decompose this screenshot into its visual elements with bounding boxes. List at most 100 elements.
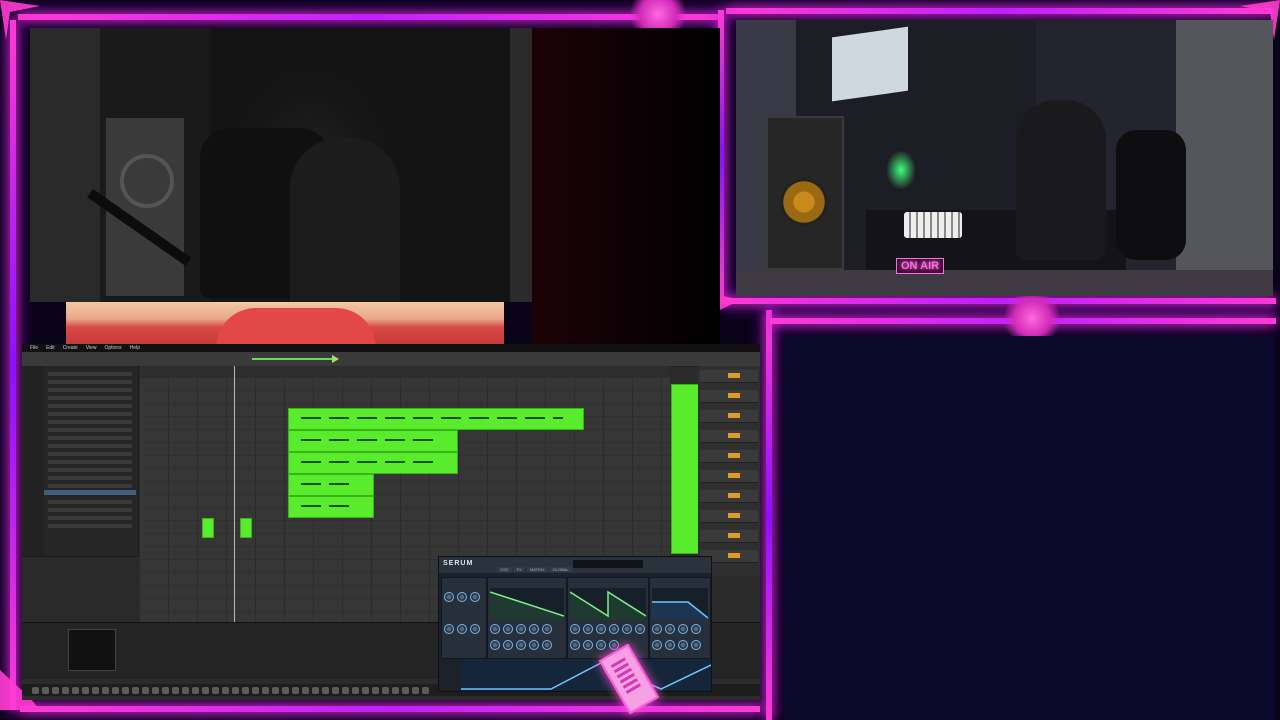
serum-tab-matrix[interactable]: MATRIX xyxy=(526,567,548,572)
midi-clip[interactable] xyxy=(288,430,458,452)
dock-app-icon[interactable] xyxy=(182,686,189,694)
browser-row[interactable] xyxy=(48,452,132,456)
knob[interactable] xyxy=(444,592,454,602)
browser-row[interactable] xyxy=(48,444,132,448)
dock-app-icon[interactable] xyxy=(262,686,269,694)
play-icon[interactable] xyxy=(332,355,339,363)
menu-help[interactable]: Help xyxy=(130,345,140,351)
dock-app-icon[interactable] xyxy=(342,686,349,694)
browser-row[interactable] xyxy=(48,388,132,392)
menu-view[interactable]: View xyxy=(86,345,97,351)
dock-app-icon[interactable] xyxy=(162,686,169,694)
knob[interactable] xyxy=(570,639,580,650)
dock-app-icon[interactable] xyxy=(72,686,79,694)
filter-curve[interactable] xyxy=(652,588,708,620)
dock-app-icon[interactable] xyxy=(232,686,239,694)
dock-app-icon[interactable] xyxy=(412,686,419,694)
dock-app-icon[interactable] xyxy=(362,686,369,694)
browser-row[interactable] xyxy=(48,436,132,440)
dock-app-icon[interactable] xyxy=(292,686,299,694)
dock-app-icon[interactable] xyxy=(312,686,319,694)
mixer-strip[interactable] xyxy=(700,470,758,483)
browser-row[interactable] xyxy=(48,476,132,480)
knob[interactable] xyxy=(691,639,701,650)
browser-row[interactable] xyxy=(48,516,132,520)
dock-app-icon[interactable] xyxy=(132,686,139,694)
dock-app-icon[interactable] xyxy=(272,686,279,694)
browser-selected-row[interactable] xyxy=(44,490,136,495)
mixer-strip[interactable] xyxy=(700,430,758,443)
browser-row[interactable] xyxy=(48,524,132,528)
knob[interactable] xyxy=(516,624,526,634)
serum-tab-fx[interactable]: FX xyxy=(513,567,525,572)
browser-row[interactable] xyxy=(48,460,132,464)
midi-clip-small[interactable] xyxy=(240,518,252,538)
dock-app-icon[interactable] xyxy=(62,686,69,694)
serum-tab-osc[interactable]: OSC xyxy=(497,567,512,572)
knob[interactable] xyxy=(470,623,480,634)
knob[interactable] xyxy=(691,624,701,634)
knob[interactable] xyxy=(542,624,552,634)
menu-edit[interactable]: Edit xyxy=(46,345,55,351)
dock-app-icon[interactable] xyxy=(172,686,179,694)
dock-app-icon[interactable] xyxy=(202,686,209,694)
dock-app-icon[interactable] xyxy=(112,686,119,694)
playhead[interactable] xyxy=(234,366,235,622)
knob[interactable] xyxy=(516,639,526,650)
midi-clip[interactable] xyxy=(288,474,374,496)
mixer-strip[interactable] xyxy=(700,390,758,403)
midi-clip[interactable] xyxy=(288,452,458,474)
dock-app-icon[interactable] xyxy=(242,686,249,694)
browser-row[interactable] xyxy=(48,372,132,376)
dock-app-icon[interactable] xyxy=(42,686,49,694)
dock-app-icon[interactable] xyxy=(402,686,409,694)
osc-a-waveform[interactable] xyxy=(490,588,564,620)
knob[interactable] xyxy=(503,624,513,634)
menu-file[interactable]: File xyxy=(30,345,38,351)
dock-app-icon[interactable] xyxy=(92,686,99,694)
knob[interactable] xyxy=(665,639,675,650)
mixer-strip[interactable] xyxy=(700,410,758,423)
knob[interactable] xyxy=(678,639,688,650)
knob[interactable] xyxy=(622,624,632,634)
browser-row[interactable] xyxy=(48,484,132,488)
knob[interactable] xyxy=(609,624,619,634)
dock-app-icon[interactable] xyxy=(252,686,259,694)
dock-app-icon[interactable] xyxy=(302,686,309,694)
browser-row[interactable] xyxy=(48,500,132,504)
browser-row[interactable] xyxy=(48,380,132,384)
menu-create[interactable]: Create xyxy=(63,345,78,351)
midi-clip[interactable] xyxy=(288,408,584,430)
knob[interactable] xyxy=(503,639,513,650)
dock-app-icon[interactable] xyxy=(222,686,229,694)
knob[interactable] xyxy=(490,624,500,634)
dock-app-icon[interactable] xyxy=(372,686,379,694)
browser-row[interactable] xyxy=(48,508,132,512)
session-clip-column[interactable] xyxy=(671,384,701,554)
midi-clip[interactable] xyxy=(288,496,374,518)
browser-places[interactable] xyxy=(22,366,44,556)
serum-preset-name[interactable] xyxy=(573,560,643,568)
mixer-strip[interactable] xyxy=(700,370,758,383)
knob[interactable] xyxy=(570,624,580,634)
dock-app-icon[interactable] xyxy=(322,686,329,694)
browser-row[interactable] xyxy=(48,396,132,400)
clip-preview[interactable] xyxy=(68,629,116,671)
dock-app-icon[interactable] xyxy=(32,686,39,694)
browser-row[interactable] xyxy=(48,404,132,408)
browser-row[interactable] xyxy=(48,420,132,424)
knob[interactable] xyxy=(529,624,539,634)
knob[interactable] xyxy=(529,639,539,650)
knob[interactable] xyxy=(652,639,662,650)
dock-app-icon[interactable] xyxy=(382,686,389,694)
dock-app-icon[interactable] xyxy=(122,686,129,694)
menu-options[interactable]: Options xyxy=(104,345,121,351)
dock-app-icon[interactable] xyxy=(152,686,159,694)
dock-app-icon[interactable] xyxy=(422,686,429,694)
serum-tab-global[interactable]: GLOBAL xyxy=(549,567,572,572)
knob[interactable] xyxy=(583,624,593,634)
mixer-strip[interactable] xyxy=(700,530,758,543)
midi-clip-small[interactable] xyxy=(202,518,214,538)
knob[interactable] xyxy=(596,624,606,634)
mixer-strip[interactable] xyxy=(700,450,758,463)
